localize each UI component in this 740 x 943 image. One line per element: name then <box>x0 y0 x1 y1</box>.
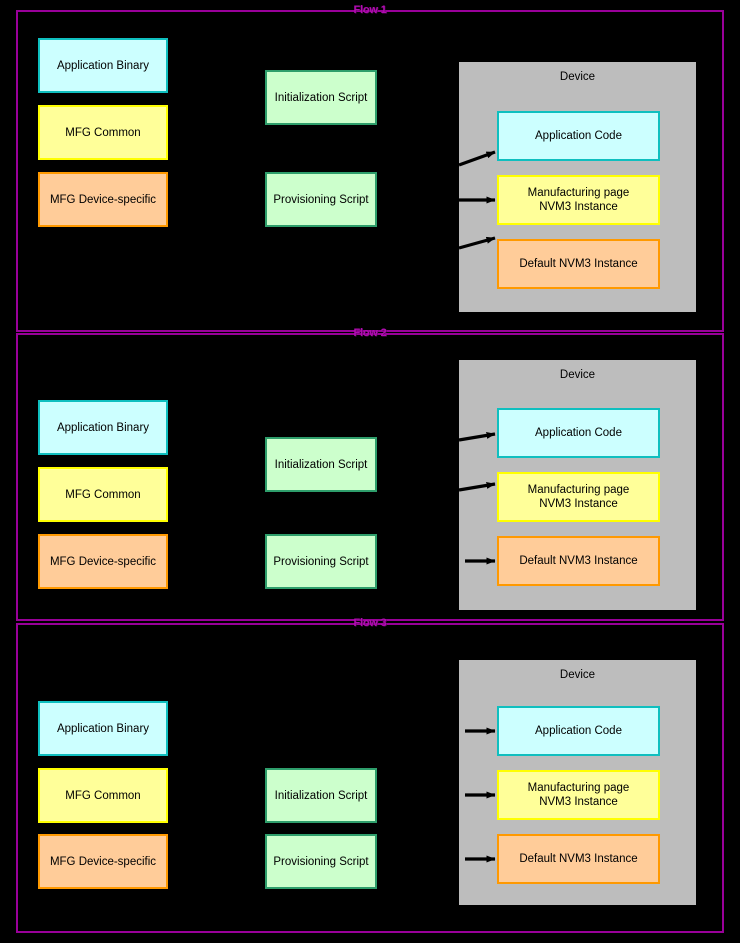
connector-nub <box>168 560 172 563</box>
node-label: Default NVM3 Instance <box>519 258 638 270</box>
flow-1-input-mfg-common[interactable]: MFG Common <box>38 105 168 160</box>
node-label: MFG Common <box>65 488 141 501</box>
node-label: Application Code <box>535 427 622 439</box>
connector-nub <box>377 860 381 863</box>
flow-1-device-default-nvm3[interactable]: Default NVM3 Instance <box>497 239 660 289</box>
flow-3-device-default-nvm3[interactable]: Default NVM3 Instance <box>497 834 660 884</box>
connector-nub <box>168 727 172 730</box>
flow-1-device-manufacturing-page-nvm3[interactable]: Manufacturing page NVM3 Instance <box>497 175 660 225</box>
connector-nub <box>377 198 381 201</box>
node-label: Initialization Script <box>274 789 368 802</box>
flow-3-device-application-code[interactable]: Application Code <box>497 706 660 756</box>
flow-3-input-mfg-common[interactable]: MFG Common <box>38 768 168 823</box>
flow-3-script-initialization[interactable]: Initialization Script <box>265 768 377 823</box>
flow-1-script-initialization[interactable]: Initialization Script <box>265 70 377 125</box>
node-label: MFG Device-specific <box>49 555 157 568</box>
flow-title-2: Flow 2 <box>353 327 387 339</box>
node-label: Provisioning Script <box>273 555 369 568</box>
node-label: Manufacturing page NVM3 Instance <box>527 782 630 808</box>
diagram-canvas: Flow 1 Application Binary MFG Common MFG… <box>0 0 740 943</box>
node-label: Initialization Script <box>274 458 368 471</box>
node-label: MFG Device-specific <box>49 855 157 868</box>
flow-1-input-application-binary[interactable]: Application Binary <box>38 38 168 93</box>
flow-1-device-label: Device <box>559 71 596 83</box>
flow-2-device-application-code[interactable]: Application Code <box>497 408 660 458</box>
flow-2-device-label: Device <box>559 369 596 381</box>
flow-1-device-application-code[interactable]: Application Code <box>497 111 660 161</box>
connector-nub <box>168 198 172 201</box>
flow-3-input-mfg-device-specific[interactable]: MFG Device-specific <box>38 834 168 889</box>
connector-nub <box>377 794 381 797</box>
node-label: Default NVM3 Instance <box>519 555 638 567</box>
flow-2-input-mfg-device-specific[interactable]: MFG Device-specific <box>38 534 168 589</box>
node-label: MFG Common <box>65 126 141 139</box>
flow-2-device-manufacturing-page-nvm3[interactable]: Manufacturing page NVM3 Instance <box>497 472 660 522</box>
node-label: Application Code <box>535 130 622 142</box>
connector-nub <box>168 426 172 429</box>
node-label: Default NVM3 Instance <box>519 853 638 865</box>
node-label: Provisioning Script <box>273 193 369 206</box>
node-label: MFG Device-specific <box>49 193 157 206</box>
flow-1-script-provisioning[interactable]: Provisioning Script <box>265 172 377 227</box>
flow-title-1: Flow 1 <box>353 4 387 16</box>
connector-nub <box>168 860 172 863</box>
connector-nub <box>168 64 172 67</box>
connector-nub <box>377 463 381 466</box>
node-label: Manufacturing page NVM3 Instance <box>527 484 630 510</box>
node-label: Application Binary <box>56 722 150 735</box>
flow-3-device-manufacturing-page-nvm3[interactable]: Manufacturing page NVM3 Instance <box>497 770 660 820</box>
node-label: Application Code <box>535 725 622 737</box>
connector-nub <box>168 131 172 134</box>
node-label: Initialization Script <box>274 91 368 104</box>
node-label: Application Binary <box>56 59 150 72</box>
connector-nub <box>168 794 172 797</box>
connector-nub <box>377 96 381 99</box>
flow-title-3: Flow 3 <box>353 617 387 629</box>
flow-3-device-label: Device <box>559 669 596 681</box>
node-label: MFG Common <box>65 789 141 802</box>
flow-2-device-default-nvm3[interactable]: Default NVM3 Instance <box>497 536 660 586</box>
node-label: Provisioning Script <box>273 855 369 868</box>
flow-3-script-provisioning[interactable]: Provisioning Script <box>265 834 377 889</box>
flow-2-script-provisioning[interactable]: Provisioning Script <box>265 534 377 589</box>
flow-2-input-application-binary[interactable]: Application Binary <box>38 400 168 455</box>
node-label: Manufacturing page NVM3 Instance <box>527 187 630 213</box>
flow-2-input-mfg-common[interactable]: MFG Common <box>38 467 168 522</box>
connector-nub <box>377 560 381 563</box>
flow-2-script-initialization[interactable]: Initialization Script <box>265 437 377 492</box>
flow-1-input-mfg-device-specific[interactable]: MFG Device-specific <box>38 172 168 227</box>
connector-nub <box>168 493 172 496</box>
flow-3-input-application-binary[interactable]: Application Binary <box>38 701 168 756</box>
node-label: Application Binary <box>56 421 150 434</box>
